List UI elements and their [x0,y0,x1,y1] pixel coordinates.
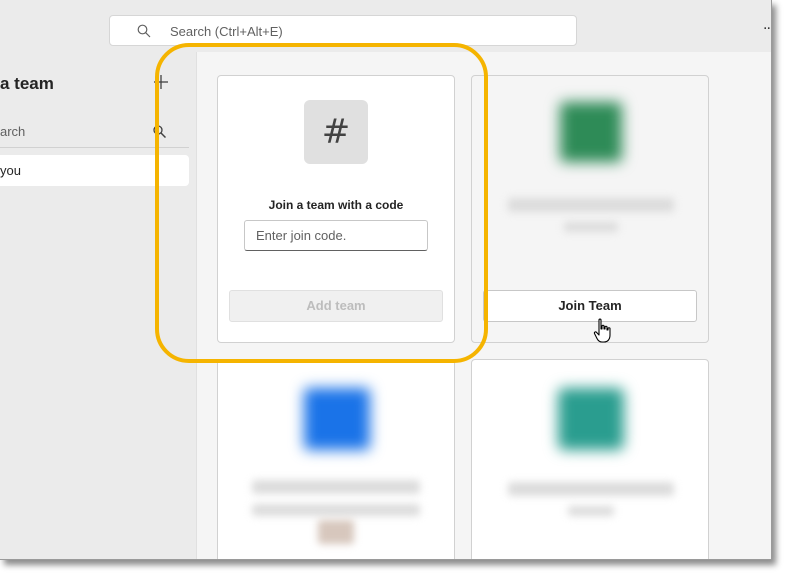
team-card[interactable] [471,359,709,559]
team-name-blurred [508,482,674,496]
join-with-code-card: # Join a team with a code Add team [217,75,455,343]
title-bar: Search (Ctrl+Alt+E) .. [0,0,771,52]
teams-window: Search (Ctrl+Alt+E) .. a team arch you #… [0,0,772,560]
team-gallery: # Join a team with a code Add team Join … [197,52,771,559]
sidebar-item-you[interactable]: you [0,155,189,186]
global-search-box[interactable]: Search (Ctrl+Alt+E) [109,15,577,46]
sidebar-item-label: you [0,163,21,178]
join-team-button[interactable]: Join Team [483,290,697,322]
member-avatar-blurred [318,520,354,544]
search-icon[interactable] [153,125,166,138]
team-name-blurred [508,198,674,212]
team-meta-blurred [564,222,618,232]
sidebar-search-input[interactable]: arch [0,124,25,139]
search-icon [137,24,151,38]
join-code-input[interactable] [244,220,428,251]
join-code-label: Join a team with a code [268,198,404,212]
team-name-blurred [252,480,420,494]
hash-icon: # [304,100,368,164]
team-meta-blurred [568,506,614,516]
more-options-icon[interactable]: .. [763,16,771,34]
team-meta-blurred [252,504,420,516]
team-avatar [304,388,370,450]
search-placeholder: Search (Ctrl+Alt+E) [170,24,283,39]
sidebar: a team arch you [0,52,197,559]
sidebar-title: a team [0,74,54,93]
hand-cursor-icon [593,318,611,343]
divider [0,147,189,148]
team-card[interactable]: Join Team [471,75,709,343]
team-avatar [558,388,624,450]
add-team-button[interactable]: Add team [229,290,443,322]
team-card[interactable] [217,359,455,559]
plus-icon[interactable] [153,74,169,90]
team-avatar [560,102,622,162]
